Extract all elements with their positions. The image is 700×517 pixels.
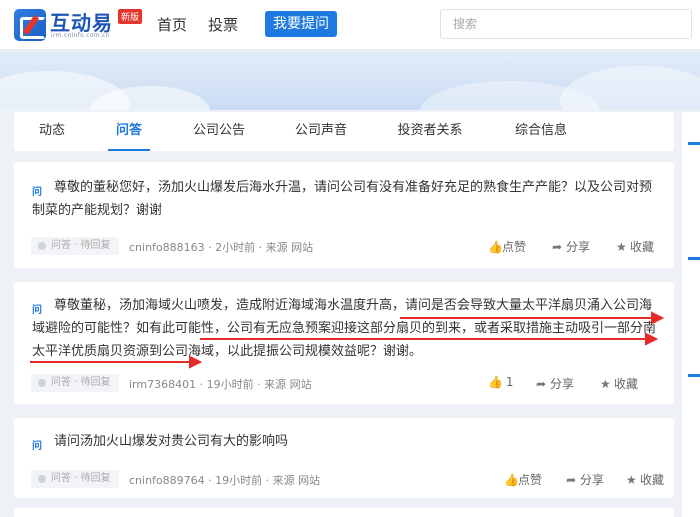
star-icon: ★ (600, 377, 611, 391)
post-source: 来源 网站 (265, 241, 314, 254)
question-text[interactable]: 尊敬的董秘您好，汤加火山爆发后海水升温，请问公司有没有准备好充足的熟食生产产能？… (32, 176, 662, 222)
tab-investor-relations[interactable]: 投资者关系 (390, 112, 470, 151)
logo[interactable]: 互动易 irm.cninfo.com.cn 新版 (14, 8, 144, 42)
nav-home[interactable]: 首页 (157, 14, 187, 35)
question-meta: irm7368401 · 19小时前 · 来源 网站 (129, 378, 312, 391)
nav-vote[interactable]: 投票 (208, 14, 238, 35)
question-card: 问 尊敬的董秘您好，汤加火山爆发后海水升温，请问公司有没有准备好充足的熟食生产产… (14, 162, 674, 268)
logo-mark-icon (14, 9, 46, 41)
collect-button[interactable]: ★ 收藏 (626, 471, 664, 488)
right-side-panel (682, 112, 700, 517)
share-icon: ➦ (566, 473, 577, 487)
post-source: 来源 网站 (272, 474, 321, 487)
question-text[interactable]: 尊敬董秘，汤加海域火山喷发，造成附近海域海水温度升高，请问是否会导致大量太平洋扇… (32, 294, 662, 363)
like-button[interactable]: 👍点赞 (488, 238, 526, 255)
post-time: 2小时前 (215, 241, 256, 254)
share-icon: ➦ (552, 240, 563, 254)
search-box[interactable] (440, 9, 692, 39)
question-card-partial (14, 508, 674, 517)
thumb-up-icon: 👍 (488, 375, 503, 389)
top-header: 互动易 irm.cninfo.com.cn 新版 首页 投票 我要提问 (0, 0, 700, 50)
tab-dynamics[interactable]: 动态 (30, 112, 74, 151)
status-badge: 问答 · 待回复 (31, 237, 119, 255)
question-meta: cninfo889764 · 19小时前 · 来源 网站 (129, 474, 321, 487)
new-version-badge: 新版 (118, 9, 143, 24)
tab-company-announcements[interactable]: 公司公告 (184, 112, 254, 151)
question-card: 问 请问汤加火山爆发对贵公司有大的影响吗 问答 · 待回复 cninfo8897… (14, 418, 674, 498)
question-text[interactable]: 请问汤加火山爆发对贵公司有大的影响吗 (32, 430, 662, 453)
banner (0, 51, 700, 110)
thumb-up-icon: 👍 (504, 473, 519, 487)
status-badge: 问答 · 待回复 (31, 470, 119, 488)
share-button[interactable]: ➦ 分享 (552, 238, 590, 255)
content-tabs: 动态 问答 公司公告 公司声音 投资者关系 综合信息 (14, 112, 674, 151)
asker-id[interactable]: cninfo888163 (129, 241, 205, 254)
question-meta: cninfo888163 · 2小时前 · 来源 网站 (129, 241, 314, 254)
share-button[interactable]: ➦ 分享 (536, 375, 574, 392)
star-icon: ★ (626, 473, 637, 487)
post-time: 19小时前 (206, 378, 254, 391)
collect-button[interactable]: ★ 收藏 (616, 238, 654, 255)
question-card: 问 尊敬董秘，汤加海域火山喷发，造成附近海域海水温度升高，请问是否会导致大量太平… (14, 282, 674, 404)
tab-general-info[interactable]: 综合信息 (506, 112, 576, 151)
ask-question-button[interactable]: 我要提问 (265, 11, 337, 37)
like-button[interactable]: 👍 1 (488, 375, 513, 389)
status-badge: 问答 · 待回复 (31, 374, 119, 392)
share-icon: ➦ (536, 377, 547, 391)
like-button[interactable]: 👍点赞 (504, 471, 542, 488)
share-button[interactable]: ➦ 分享 (566, 471, 604, 488)
collect-button[interactable]: ★ 收藏 (600, 375, 638, 392)
asker-id[interactable]: cninfo889764 (129, 474, 205, 487)
tab-company-voice[interactable]: 公司声音 (286, 112, 356, 151)
star-icon: ★ (616, 240, 627, 254)
thumb-up-icon: 👍 (488, 240, 503, 254)
search-input[interactable] (441, 10, 691, 38)
tab-qa[interactable]: 问答 (108, 112, 150, 151)
post-time: 19小时前 (215, 474, 263, 487)
post-source: 来源 网站 (264, 378, 312, 391)
asker-id[interactable]: irm7368401 (129, 378, 196, 391)
logo-subtitle: irm.cninfo.com.cn (51, 32, 110, 39)
